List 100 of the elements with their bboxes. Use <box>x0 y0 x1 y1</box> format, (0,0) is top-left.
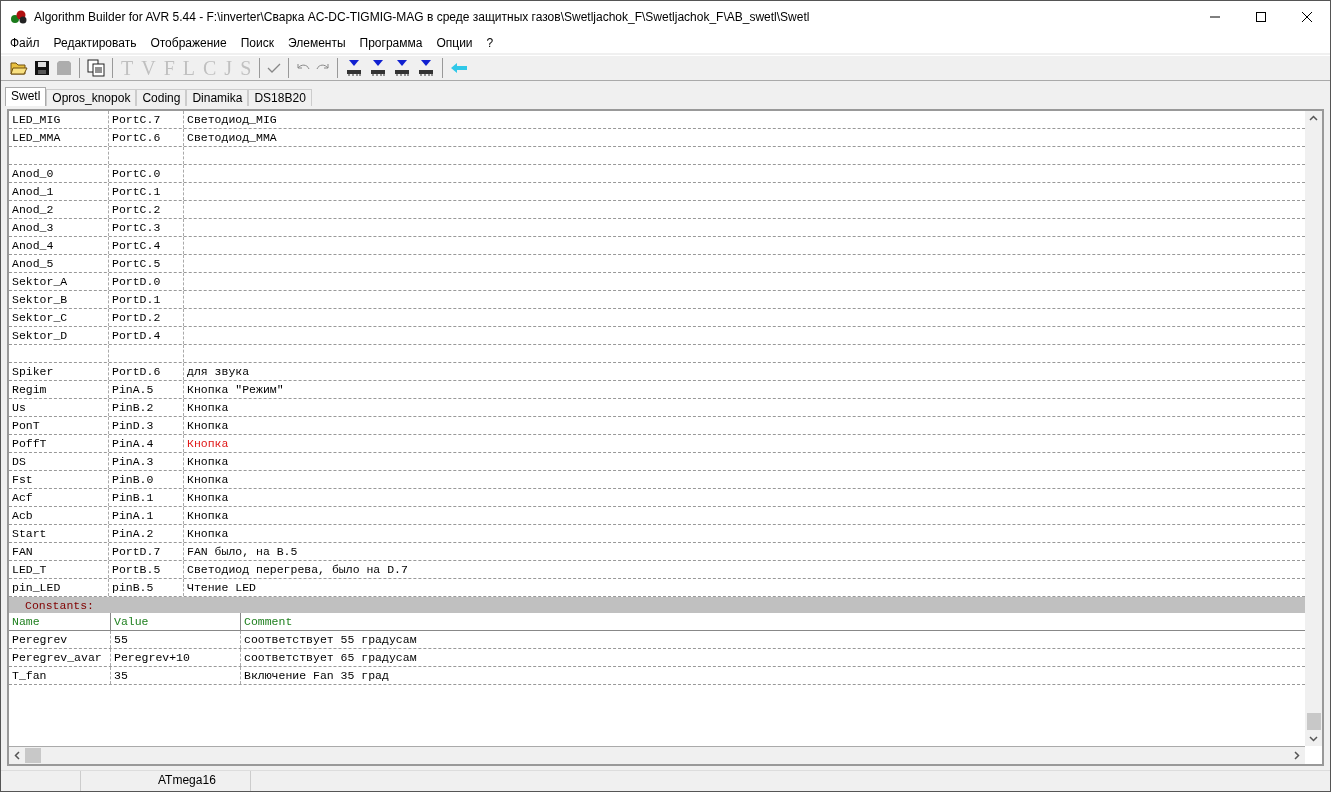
variable-comment: Кнопка <box>187 473 229 486</box>
maximize-icon[interactable] <box>1255 11 1267 23</box>
table-cell: Включение Fan 35 град <box>244 669 389 682</box>
window-title: Algorithm Builder for AVR 5.44 - F:\inverter\Сварка AC-DC-TIGMIG-MAG в среде защитных газов\Swetljachok_F\Swetljachok_F\AB_swetl\Swetl <box>34 10 811 24</box>
chip-icon[interactable] <box>369 59 388 77</box>
variable-comment: Кнопка <box>187 401 229 414</box>
variable-name: Anod_2 <box>12 203 54 216</box>
menu-item[interactable]: Опции <box>429 36 480 50</box>
variable-name: Fst <box>12 473 33 486</box>
port-pin: PinA.3 <box>112 455 154 468</box>
variable-comment: для звука <box>187 365 250 378</box>
variable-comment: Кнопка <box>187 419 229 432</box>
chip-icon[interactable] <box>345 59 364 77</box>
caret-up-icon[interactable] <box>1309 115 1318 121</box>
port-pin: PortC.2 <box>112 203 161 216</box>
menu-item[interactable]: Элементы <box>281 36 353 50</box>
variable-name: LED_MMA <box>12 131 61 144</box>
port-pin: PortC.1 <box>112 185 161 198</box>
variable-name: Anod_0 <box>12 167 54 180</box>
port-pin: PortD.1 <box>112 293 161 306</box>
table-cell: Peregrev+10 <box>114 651 190 664</box>
variable-comment: Кнопка "Режим" <box>187 383 284 396</box>
variable-comment: Кнопка <box>187 509 229 522</box>
variable-comment: Кнопка <box>187 527 229 540</box>
port-pin: PortC.0 <box>112 167 161 180</box>
variable-name: Regim <box>12 383 47 396</box>
menu-item[interactable]: Программа <box>352 36 430 50</box>
table-cell: Peregrev_avar <box>12 651 102 664</box>
variable-name: Start <box>12 527 47 540</box>
variable-name: Anod_3 <box>12 221 54 234</box>
variable-name: Acf <box>12 491 33 504</box>
variable-name: Sektor_D <box>12 329 68 342</box>
variable-comment: Чтение LED <box>187 581 256 594</box>
port-pin: PinA.2 <box>112 527 154 540</box>
scroll-thumb[interactable] <box>25 748 41 763</box>
port-pin: PortD.4 <box>112 329 161 342</box>
variable-name: LED_T <box>12 563 47 576</box>
port-pin: PortD.7 <box>112 545 161 558</box>
chip-icon[interactable] <box>417 59 436 77</box>
port-pin: PortC.5 <box>112 257 161 270</box>
port-pin: PortD.2 <box>112 311 161 324</box>
variable-name: pin_LED <box>12 581 61 594</box>
tab[interactable]: Swetl <box>5 87 47 106</box>
chip-icon[interactable] <box>393 59 412 77</box>
table-cell: T_fan <box>12 669 47 682</box>
port-pin: PortC.6 <box>112 131 161 144</box>
section-title: Constants: <box>25 599 94 612</box>
caret-right-icon[interactable] <box>1294 751 1300 760</box>
variable-name: LED_MIG <box>12 113 61 126</box>
tab[interactable]: Dinamika <box>186 89 249 106</box>
variable-comment: Кнопка <box>187 437 229 450</box>
port-pin: PortC.3 <box>112 221 161 234</box>
menu-item[interactable]: Отображение <box>143 36 234 50</box>
variable-comment: Светодиод_MIG <box>187 113 277 126</box>
caret-down-icon[interactable] <box>1309 736 1318 742</box>
tab[interactable]: Coding <box>136 89 187 106</box>
port-pin: PinB.2 <box>112 401 154 414</box>
tab[interactable]: Opros_knopok <box>46 89 137 106</box>
horizontal-scrollbar[interactable] <box>9 746 1305 764</box>
variable-name: Anod_4 <box>12 239 54 252</box>
port-pin: PinA.4 <box>112 437 154 450</box>
variable-comment: Светодиод_MMA <box>187 131 277 144</box>
table-cell: соответствует 65 градусам <box>244 651 417 664</box>
table-cell: Peregrev <box>12 633 68 646</box>
port-pin: PinB.1 <box>112 491 154 504</box>
variable-name: Sektor_B <box>12 293 68 306</box>
column-header: Comment <box>243 614 294 630</box>
port-pin: PortD.6 <box>112 365 161 378</box>
menu-item[interactable]: Редактировать <box>46 36 144 50</box>
variable-name: Us <box>12 401 26 414</box>
port-pin: PortD.0 <box>112 275 161 288</box>
variable-comment: Светодиод перегрева, было на D.7 <box>187 563 408 576</box>
caret-left-icon[interactable] <box>14 751 20 760</box>
folder-icon[interactable] <box>10 60 28 76</box>
variable-name: Sektor_A <box>12 275 68 288</box>
variable-name: DS <box>12 455 26 468</box>
table-cell: соответствует 55 градусам <box>244 633 417 646</box>
port-pin: PinB.0 <box>112 473 154 486</box>
port-pin: PortC.4 <box>112 239 161 252</box>
variable-comment: FAN было, на B.5 <box>187 545 298 558</box>
variable-name: Sektor_C <box>12 311 68 324</box>
menu-item[interactable]: ? <box>479 36 501 50</box>
close-icon[interactable] <box>1301 11 1313 23</box>
vertical-scrollbar[interactable] <box>1305 111 1322 746</box>
scroll-thumb[interactable] <box>1306 713 1321 730</box>
variable-name: FAN <box>12 545 33 558</box>
save-icon[interactable] <box>34 60 50 76</box>
table-cell: 35 <box>114 669 128 682</box>
port-pin: PortB.5 <box>112 563 161 576</box>
copy-icon[interactable] <box>87 59 105 77</box>
menu-item[interactable]: Поиск <box>233 36 281 50</box>
app-logo-icon <box>10 10 28 24</box>
tab[interactable]: DS18B20 <box>248 89 312 106</box>
port-pin: PinA.1 <box>112 509 154 522</box>
variable-comment: Кнопка <box>187 491 229 504</box>
port-pin: PortC.7 <box>112 113 161 126</box>
column-header: Name <box>9 613 111 630</box>
variable-name: Anod_5 <box>12 257 54 270</box>
menu-item[interactable]: Файл <box>3 36 47 50</box>
variable-name: PoffT <box>12 437 47 450</box>
